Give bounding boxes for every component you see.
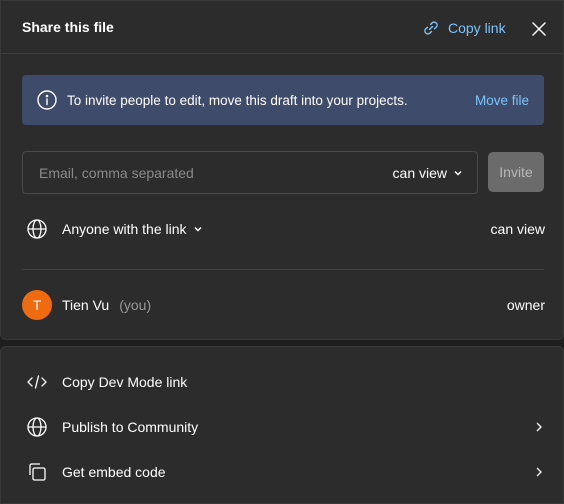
dialog-title: Share this file [22,19,114,35]
member-name-group: Tien Vu (you) [62,297,151,313]
link-access-permission[interactable]: can view [491,221,545,237]
get-embed-code-item[interactable]: Get embed code [1,454,564,490]
chevron-down-icon [194,227,202,232]
move-file-link[interactable]: Move file [475,93,529,108]
dialog-header: Share this file Copy link [1,1,563,54]
more-options-panel: Copy Dev Mode link Publish to Community … [0,346,564,504]
link-access-dropdown[interactable]: Anyone with the link [62,221,203,237]
close-icon [532,22,546,36]
member-row: T Tien Vu (you) owner [1,287,564,323]
member-role: owner [506,297,545,313]
copy-icon [29,463,46,481]
close-button[interactable] [527,17,551,41]
member-name: Tien Vu [62,297,110,313]
banner-text: To invite people to edit, move this draf… [67,92,408,108]
copy-dev-mode-link-label: Copy Dev Mode link [62,374,188,390]
member-you-tag: (you) [119,297,152,313]
link-access-row: Anyone with the link can view [1,211,564,247]
info-icon [37,90,57,110]
chevron-right-icon [536,467,542,477]
share-dialog: Share this file Copy link To invite peop… [0,0,564,340]
invite-permission-dropdown[interactable]: can view [393,165,463,181]
link-icon [424,21,438,35]
invite-permission-label: can view [392,164,447,181]
avatar: T [22,290,52,320]
code-icon [27,375,47,389]
invite-email-field: can view [22,151,478,194]
copy-dev-mode-link-item[interactable]: Copy Dev Mode link [1,364,564,400]
info-banner: To invite people to edit, move this draf… [22,75,544,125]
publish-to-community-label: Publish to Community [62,419,199,435]
globe-icon [27,219,47,239]
get-embed-code-label: Get embed code [62,464,166,480]
link-access-label: Anyone with the link [62,221,187,237]
chevron-right-icon [536,422,542,432]
copy-link-label: Copy link [448,20,506,36]
invite-button[interactable]: Invite [488,152,544,192]
copy-link-button[interactable]: Copy link [421,16,506,40]
divider [22,269,544,270]
publish-to-community-item[interactable]: Publish to Community [1,409,564,445]
globe-icon [27,417,47,437]
chevron-down-icon [454,170,462,175]
email-input[interactable] [23,152,393,193]
